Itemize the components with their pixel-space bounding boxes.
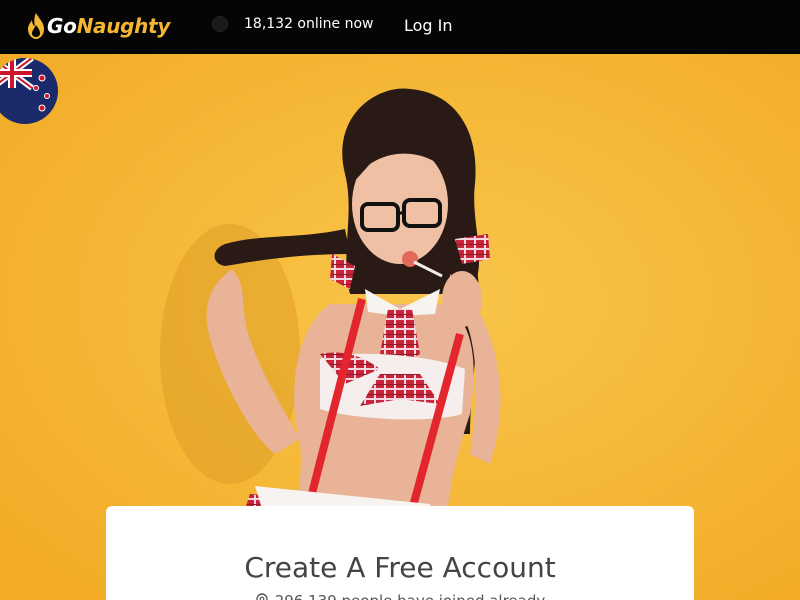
brand-part2: Naughty: [76, 14, 171, 38]
flame-icon: [28, 13, 44, 39]
status-dot-icon: [212, 16, 228, 32]
logo[interactable]: GoNaughty: [26, 12, 170, 40]
brand-name: GoNaughty: [47, 14, 170, 38]
location-pin-icon: [256, 593, 268, 600]
brand-part1: Go: [47, 14, 77, 38]
top-navbar: GoNaughty 18,132 online now Log In: [0, 0, 800, 54]
login-link[interactable]: Log In: [404, 16, 453, 35]
signup-title: Create A Free Account: [244, 551, 556, 584]
online-indicator: 18,132 online now: [212, 16, 373, 32]
online-count: 18,132 online now: [244, 16, 374, 32]
members-count-text: 296,139 people have joined already: [275, 592, 546, 600]
signup-card: Create A Free Account 296,139 people hav…: [106, 506, 694, 600]
members-count: 296,139 people have joined already: [106, 592, 694, 600]
